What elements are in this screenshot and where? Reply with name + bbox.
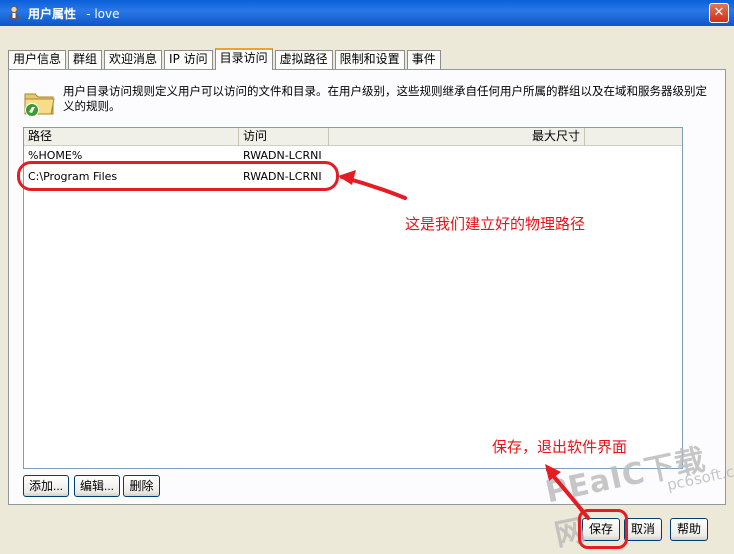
window-title-suffix: - love: [86, 6, 120, 21]
tab-label: 用户信息: [13, 52, 62, 66]
column-label: 访问: [243, 129, 268, 143]
column-label: 路径: [28, 129, 53, 143]
tab-label: 欢迎消息: [109, 52, 158, 66]
close-button[interactable]: ✕: [709, 3, 729, 23]
tab-label: 目录访问: [219, 51, 268, 65]
button-label: 添加...: [28, 479, 63, 493]
tab-label: 群组: [73, 52, 98, 66]
save-highlight-box: [578, 509, 628, 549]
tab-limits-settings[interactable]: 限制和设置: [334, 50, 405, 69]
button-label: 编辑...: [79, 479, 114, 493]
annotation-save-exit: 保存，退出软件界面: [492, 438, 628, 456]
column-header-access[interactable]: 访问: [239, 128, 329, 146]
tab-events[interactable]: 事件: [406, 50, 441, 69]
delete-button[interactable]: 删除: [123, 475, 160, 497]
user-icon: [9, 6, 19, 20]
title-bar: 用户属性 - love ✕: [0, 0, 734, 26]
tab-welcome-message[interactable]: 欢迎消息: [104, 50, 163, 69]
folder-icon: [24, 93, 55, 117]
annotation-physical-path: 这是我们建立好的物理路径: [405, 215, 586, 233]
tab-strip: 用户信息 群组 欢迎消息 IP 访问 目录访问 虚拟路径 限制和设置 事件: [8, 48, 443, 70]
tab-directory-access[interactable]: 目录访问: [214, 48, 273, 70]
description-text: 用户目录访问规则定义用户可以访问的文件和目录。在用户级别，这些规则继承自任何用户…: [63, 84, 707, 113]
button-label: 删除: [129, 479, 154, 493]
add-button[interactable]: 添加...: [23, 475, 69, 497]
tab-label: IP 访问: [169, 52, 208, 66]
close-icon: ✕: [713, 5, 725, 20]
window-title: 用户属性 - love: [28, 5, 120, 22]
tab-groups[interactable]: 群组: [68, 50, 103, 69]
edit-button[interactable]: 编辑...: [74, 475, 120, 497]
column-header-path[interactable]: 路径: [24, 128, 239, 146]
window-title-main: 用户属性: [28, 6, 77, 21]
list-header: 路径 访问 最大尺寸: [24, 128, 682, 146]
tab-user-info[interactable]: 用户信息: [8, 50, 67, 69]
path-highlight-box: [17, 161, 339, 191]
tab-label: 虚拟路径: [279, 52, 328, 66]
column-header-max-size[interactable]: 最大尺寸: [329, 128, 585, 146]
tab-label: 事件: [411, 52, 436, 66]
column-label: 最大尺寸: [531, 129, 580, 143]
tab-ip-access[interactable]: IP 访问: [164, 50, 213, 69]
tab-label: 限制和设置: [339, 52, 400, 66]
tab-virtual-paths[interactable]: 虚拟路径: [274, 50, 333, 69]
